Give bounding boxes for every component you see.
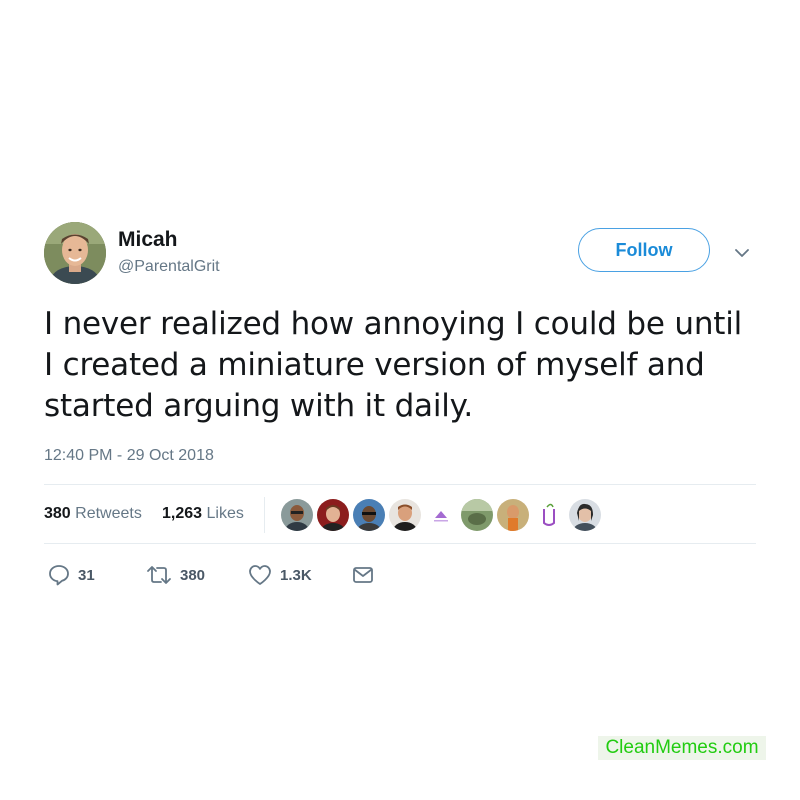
liker-avatar-8[interactable]	[532, 498, 566, 532]
heart-icon	[248, 564, 272, 586]
liker-avatar-1[interactable]	[280, 498, 314, 532]
tweet-actions: 31 380 1.3K	[44, 544, 756, 604]
envelope-icon	[352, 565, 374, 585]
tweet-text: I never realized how annoying I could be…	[44, 306, 743, 424]
liker-avatar-7[interactable]	[496, 498, 530, 532]
liker-avatar-2[interactable]	[316, 498, 350, 532]
like-count: 1.3K	[280, 566, 312, 584]
tweet-card: Micah @ParentalGrit Follow I never reali…	[44, 220, 756, 604]
author-handle[interactable]: @ParentalGrit	[118, 258, 220, 276]
retweets-label: Retweets	[75, 505, 142, 522]
liker-avatar-6[interactable]	[460, 498, 494, 532]
author-avatar[interactable]	[44, 222, 106, 284]
retweets-stat[interactable]: 380 Retweets	[44, 505, 142, 523]
reply-button[interactable]: 31	[48, 564, 95, 586]
liker-avatar-4[interactable]	[388, 498, 422, 532]
tweet-timestamp[interactable]: 12:40 PM - 29 Oct 2018	[44, 447, 756, 465]
retweets-count: 380	[44, 505, 71, 522]
liker-avatar-3[interactable]	[352, 498, 386, 532]
retweet-button[interactable]: 380	[146, 564, 205, 586]
reply-count: 31	[78, 566, 95, 584]
retweet-count: 380	[180, 566, 206, 584]
stats-divider	[264, 497, 265, 533]
likes-count: 1,263	[162, 505, 203, 522]
like-button[interactable]: 1.3K	[248, 564, 312, 586]
page: Micah @ParentalGrit Follow I never reali…	[0, 0, 800, 800]
author-photo	[44, 222, 106, 284]
chevron-down-icon[interactable]	[734, 246, 750, 258]
likes-stat[interactable]: 1,263 Likes	[162, 505, 244, 523]
tweet-header: Micah @ParentalGrit Follow	[44, 220, 756, 284]
likes-label: Likes	[206, 505, 244, 522]
liker-avatar-5[interactable]	[424, 498, 458, 532]
watermark: CleanMemes.com	[598, 736, 766, 760]
direct-message-button[interactable]	[352, 564, 374, 586]
reply-icon	[48, 564, 70, 586]
liker-avatar-9[interactable]	[568, 498, 602, 532]
follow-button[interactable]: Follow	[578, 228, 710, 272]
retweet-icon	[146, 564, 172, 586]
tweet-stats: 380 Retweets 1,263 Likes	[44, 485, 756, 543]
author-name[interactable]: Micah	[118, 228, 178, 252]
